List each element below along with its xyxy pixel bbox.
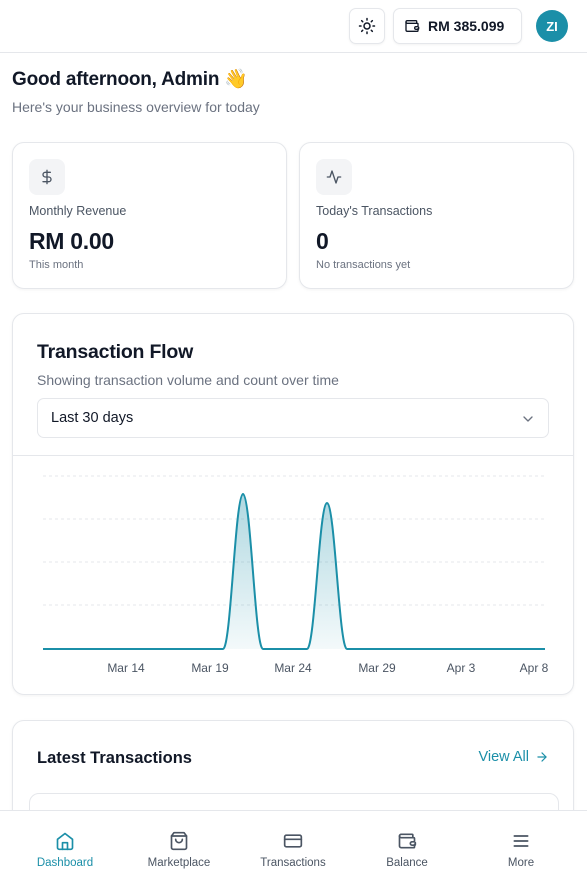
stat-value: RM 0.00 bbox=[29, 228, 114, 254]
todays-transactions-card: Today's Transactions 0 No transactions y… bbox=[299, 142, 574, 289]
theme-toggle-button[interactable] bbox=[349, 8, 385, 44]
dollar-icon bbox=[29, 159, 65, 195]
top-bar: RM 385.099 ZI bbox=[0, 0, 587, 53]
latest-transactions-title: Latest Transactions bbox=[37, 749, 192, 767]
stat-label: Monthly Revenue bbox=[29, 204, 127, 218]
chevron-down-icon bbox=[523, 416, 533, 422]
home-icon bbox=[56, 832, 74, 851]
stat-value: 0 bbox=[316, 228, 329, 254]
flow-subtitle: Showing transaction volume and count ove… bbox=[37, 372, 339, 388]
date-range-value: Last 30 days bbox=[51, 410, 134, 426]
area-fill bbox=[43, 494, 545, 649]
nav-label: Dashboard bbox=[36, 857, 94, 869]
nav-label: Balance bbox=[386, 857, 428, 869]
nav-label: Transactions bbox=[260, 857, 326, 869]
sun-icon bbox=[358, 17, 376, 35]
monthly-revenue-card: Monthly Revenue RM 0.00 This month bbox=[12, 142, 287, 289]
activity-icon bbox=[316, 159, 352, 195]
shopping-bag-icon bbox=[170, 831, 188, 851]
nav-item-marketplace[interactable]: Marketplace bbox=[134, 811, 224, 879]
menu-icon bbox=[513, 835, 529, 847]
greeting-subtitle: Here's your business overview for today bbox=[12, 99, 260, 115]
flow-title: Transaction Flow bbox=[37, 341, 194, 363]
stat-label: Today's Transactions bbox=[316, 204, 433, 218]
x-tick-label: Mar 19 bbox=[191, 661, 229, 675]
greeting-title: Good afternoon, Admin 👋 bbox=[12, 67, 248, 91]
wallet-balance-button[interactable]: RM 385.099 bbox=[393, 8, 522, 44]
wallet-icon bbox=[405, 20, 420, 32]
x-tick-label: Apr 8 bbox=[520, 661, 549, 675]
nav-item-dashboard[interactable]: Dashboard bbox=[20, 811, 110, 879]
wallet-balance: RM 385.099 bbox=[428, 18, 505, 34]
x-tick-label: Mar 24 bbox=[274, 661, 312, 675]
x-axis-ticks: Mar 14 Mar 19 Mar 24 Mar 29 Apr 3 Apr 8 bbox=[107, 661, 548, 675]
transaction-flow-card: Transaction Flow Showing transaction vol… bbox=[12, 313, 574, 695]
waving-hand-icon: 👋 bbox=[224, 69, 248, 90]
bottom-navigation: Dashboard Marketplace Transactions Balan… bbox=[0, 810, 587, 879]
x-tick-label: Mar 14 bbox=[107, 661, 145, 675]
arrow-right-icon bbox=[537, 752, 547, 762]
nav-item-transactions[interactable]: Transactions bbox=[248, 811, 338, 879]
nav-label: More bbox=[507, 857, 535, 869]
x-tick-label: Apr 3 bbox=[447, 661, 476, 675]
series-line bbox=[43, 492, 545, 650]
greeting-text: Good afternoon, Admin bbox=[12, 69, 220, 90]
x-tick-label: Mar 29 bbox=[358, 661, 396, 675]
stat-subtext: This month bbox=[29, 259, 84, 271]
nav-label: Marketplace bbox=[147, 857, 211, 869]
date-range-select[interactable]: Last 30 days bbox=[37, 398, 549, 438]
nav-item-more[interactable]: More bbox=[476, 811, 566, 879]
avatar[interactable]: ZI bbox=[536, 10, 568, 42]
nav-item-balance[interactable]: Balance bbox=[362, 811, 452, 879]
view-all-link[interactable]: View All bbox=[478, 749, 549, 765]
stat-subtext: No transactions yet bbox=[316, 259, 411, 271]
transaction-flow-chart: Mar 14 Mar 19 Mar 24 Mar 29 Apr 3 Apr 8 bbox=[43, 475, 549, 675]
view-all-label: View All bbox=[478, 749, 529, 765]
wallet-icon bbox=[398, 833, 417, 849]
credit-card-icon bbox=[283, 834, 303, 848]
